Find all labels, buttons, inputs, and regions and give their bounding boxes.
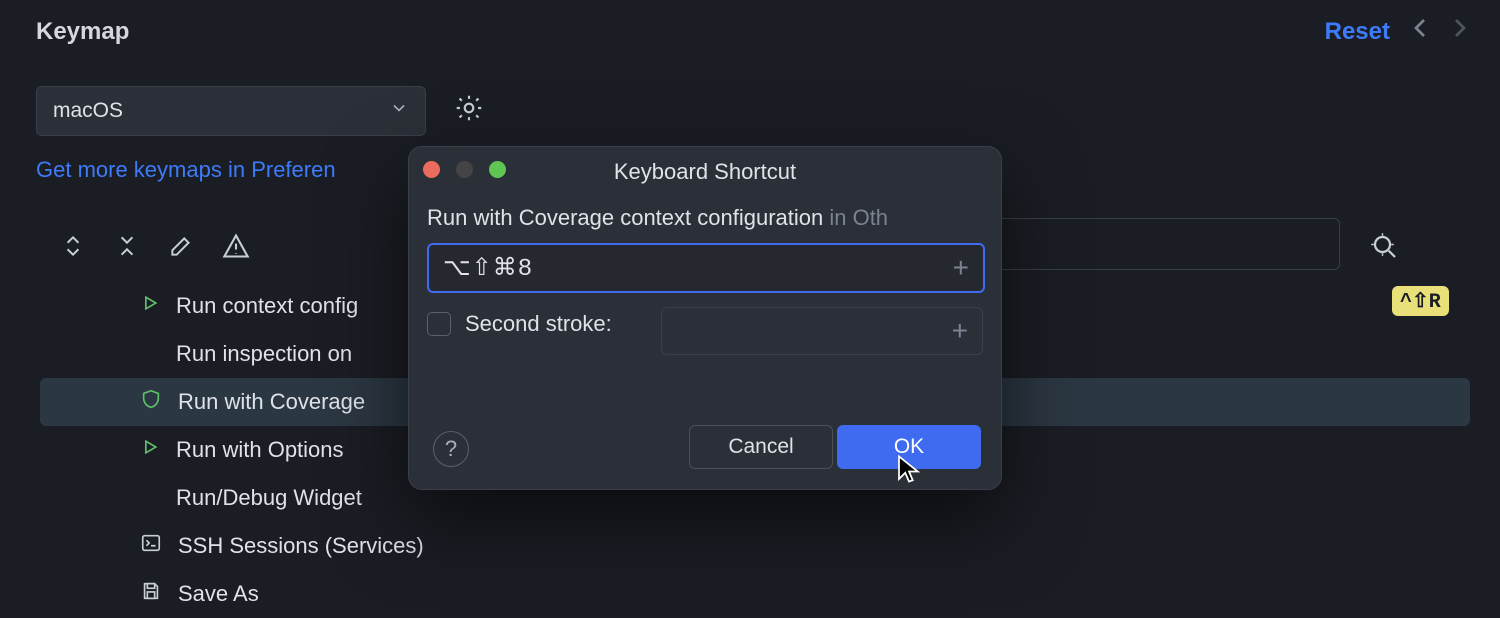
action-toolbar bbox=[60, 232, 250, 266]
find-action-by-shortcut-icon[interactable] bbox=[1370, 232, 1400, 268]
page-title: Keymap bbox=[36, 18, 129, 46]
collapse-icon[interactable] bbox=[114, 233, 140, 265]
list-item[interactable]: SSH Sessions (Services) bbox=[40, 522, 1470, 570]
action-label: Run/Debug Widget bbox=[176, 485, 362, 511]
warning-icon[interactable] bbox=[222, 232, 250, 266]
ok-button[interactable]: OK bbox=[837, 425, 981, 469]
chevron-down-icon bbox=[389, 98, 409, 124]
action-label: Run context config bbox=[176, 293, 358, 319]
keymap-dropdown-value: macOS bbox=[53, 99, 123, 123]
nav-arrows bbox=[1404, 12, 1476, 50]
first-stroke-input[interactable]: ⌥⇧⌘8 + bbox=[427, 243, 985, 293]
keyboard-shortcut-dialog: Keyboard Shortcut Run with Coverage cont… bbox=[408, 146, 1002, 490]
edit-icon[interactable] bbox=[168, 233, 194, 265]
second-stroke-label: Second stroke: bbox=[465, 311, 612, 337]
second-stroke-row: Second stroke: bbox=[427, 311, 612, 337]
get-more-keymaps-link[interactable]: Get more keymaps in Preferen bbox=[36, 157, 336, 183]
gear-icon[interactable] bbox=[453, 92, 485, 130]
action-label: Run with Coverage bbox=[178, 389, 365, 415]
cancel-button[interactable]: Cancel bbox=[689, 425, 833, 469]
back-icon[interactable] bbox=[1404, 12, 1436, 50]
plus-icon[interactable]: + bbox=[953, 254, 969, 282]
disk-icon bbox=[140, 580, 162, 608]
action-label: SSH Sessions (Services) bbox=[178, 533, 424, 559]
action-label: Save As bbox=[178, 581, 259, 607]
keymap-dropdown[interactable]: macOS bbox=[36, 86, 426, 136]
terminal-icon bbox=[140, 532, 162, 560]
dialog-description: Run with Coverage context configuration … bbox=[427, 205, 888, 231]
shield-icon bbox=[140, 388, 162, 416]
second-stroke-checkbox[interactable] bbox=[427, 312, 451, 336]
second-stroke-input[interactable]: + bbox=[661, 307, 983, 355]
help-button[interactable]: ? bbox=[433, 431, 469, 467]
shortcut-badge: ^⇧R bbox=[1392, 286, 1449, 316]
dialog-title: Keyboard Shortcut bbox=[409, 159, 1001, 185]
reset-link[interactable]: Reset bbox=[1325, 18, 1390, 46]
expand-collapse-icon[interactable] bbox=[60, 233, 86, 265]
list-item[interactable]: Save As bbox=[40, 570, 1470, 618]
shortcut-value: ⌥⇧⌘8 bbox=[443, 253, 533, 283]
action-label: Run with Options bbox=[176, 437, 344, 463]
plus-icon[interactable]: + bbox=[952, 317, 968, 345]
dialog-desc-suffix: in Oth bbox=[823, 205, 888, 230]
play-icon bbox=[140, 437, 160, 463]
play-icon bbox=[140, 293, 160, 319]
forward-icon[interactable] bbox=[1444, 12, 1476, 50]
action-label: Run inspection on bbox=[176, 341, 352, 367]
dialog-desc-main: Run with Coverage context configuration bbox=[427, 205, 823, 230]
